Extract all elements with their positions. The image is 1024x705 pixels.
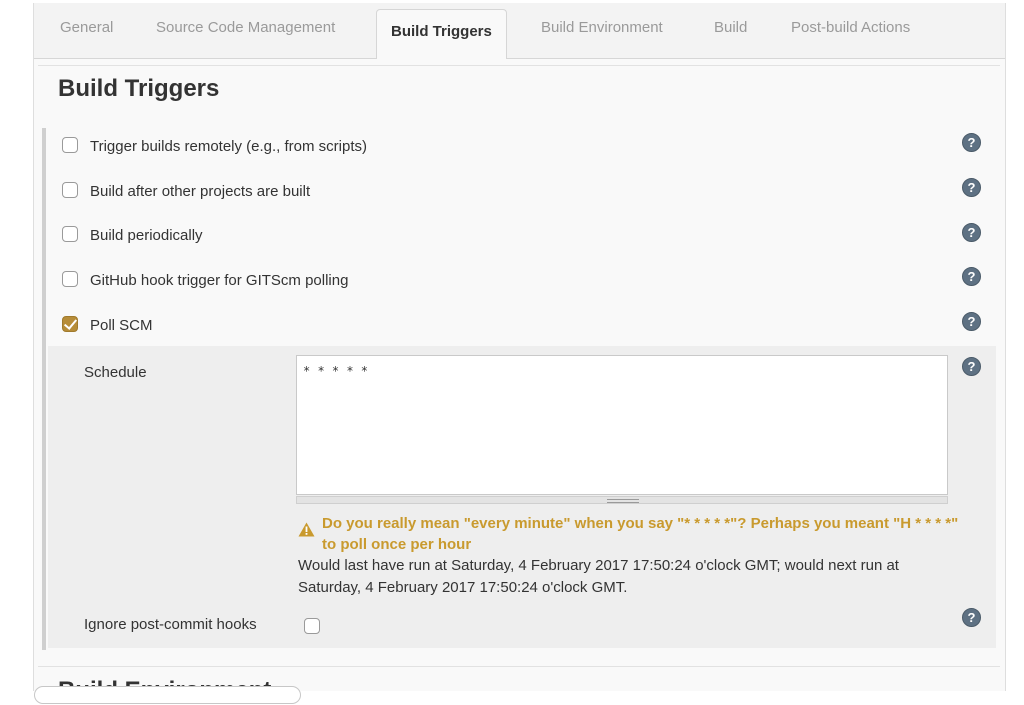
tab-post-build-actions[interactable]: Post-build Actions [791,19,910,36]
help-icon[interactable]: ? [962,223,981,242]
schedule-info: Would last have run at Saturday, 4 Febru… [298,557,899,596]
schedule-textarea[interactable] [296,355,948,495]
tab-build[interactable]: Build [714,19,747,36]
ignore-post-commit-label: Ignore post-commit hooks [84,616,257,633]
help-icon[interactable]: ? [962,608,981,627]
build-periodically-checkbox[interactable] [62,226,78,242]
trigger-remote-checkbox[interactable] [62,137,78,153]
section-left-rule [42,128,46,650]
github-hook-label: GitHub hook trigger for GITScm polling [90,272,349,289]
tab-build-environment[interactable]: Build Environment [541,19,663,36]
poll-scm-checkbox[interactable] [62,316,78,332]
github-hook-checkbox[interactable] [62,271,78,287]
tab-build-triggers[interactable]: Build Triggers [376,9,507,59]
section-divider [38,666,1000,667]
build-after-checkbox[interactable] [62,182,78,198]
help-icon[interactable]: ? [962,267,981,286]
trigger-remote-label: Trigger builds remotely (e.g., from scri… [90,138,368,155]
build-after-label: Build after other projects are built [90,183,311,200]
warning-icon [298,522,315,537]
schedule-warning: Do you really mean "every minute" when y… [322,515,959,553]
tab-source-code-management[interactable]: Source Code Management [156,19,335,36]
section-divider [38,65,1000,66]
tab-bar: General Source Code Management Build Tri… [34,3,1005,59]
textarea-resize-handle[interactable] [296,496,948,504]
tab-general[interactable]: General [60,19,113,36]
help-icon[interactable]: ? [962,133,981,152]
schedule-label: Schedule [84,364,147,381]
help-icon[interactable]: ? [962,178,981,197]
build-periodically-label: Build periodically [90,227,203,244]
help-icon[interactable]: ? [962,357,981,376]
help-icon[interactable]: ? [962,312,981,331]
poll-scm-label: Poll SCM [90,317,153,334]
section-title: Build Triggers [58,75,220,102]
config-panel: General Source Code Management Build Tri… [33,3,1006,704]
floating-bar [34,686,301,704]
ignore-post-commit-checkbox[interactable] [304,618,320,634]
